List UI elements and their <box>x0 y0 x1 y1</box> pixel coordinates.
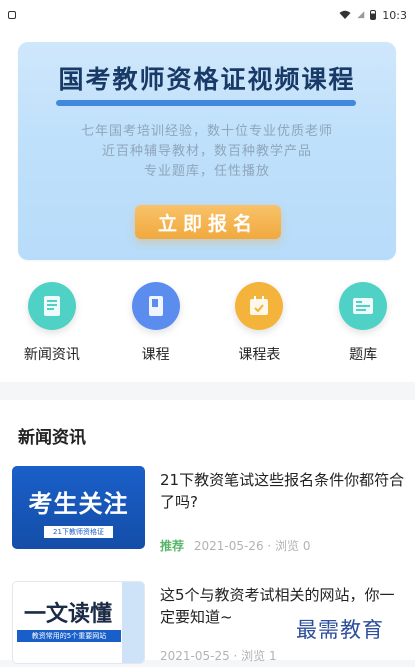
banner-description: 七年国考培训经验，数十位专业优质老师 近百种辅导教材，数百种教学产品 专业题库，… <box>18 122 396 182</box>
thumbnail-headline: 考生关注 <box>28 490 129 518</box>
banner-title-underline <box>56 100 356 106</box>
nav-item-question-bank[interactable]: 题库 <box>311 282 415 372</box>
news-thumbnail: 考生关注 21下教师资格证 <box>12 466 145 549</box>
status-left <box>8 11 16 19</box>
nav-label: 课程表 <box>238 347 281 363</box>
news-title: 21下教资笔试这些报名条件你都符合了吗? <box>160 471 405 511</box>
news-date-views: 2021-05-26 · 浏览 0 <box>193 539 311 553</box>
thumbnail-headline: 一文读懂 <box>23 602 112 627</box>
battery-icon <box>370 10 377 20</box>
nav-item-schedule[interactable]: 课程表 <box>208 282 312 372</box>
nav-label: 课程 <box>141 347 170 363</box>
news-date-views: 2021-05-25 · 浏览 1 <box>160 649 277 663</box>
status-bar: ◢ 10:3 <box>0 0 415 30</box>
recommend-tag: 推荐 <box>160 539 185 553</box>
news-thumbnail: 一文读懂 教资常用的5个重要网站 <box>12 581 145 664</box>
notification-icon <box>8 11 16 19</box>
news-meta: 推荐 2021-05-26 · 浏览 0 <box>160 537 310 554</box>
nav-label: 新闻资讯 <box>23 347 80 363</box>
question-bank-icon <box>339 282 388 330</box>
thumbnail-caption: 21下教师资格证 <box>44 526 113 538</box>
nav-label: 题库 <box>349 347 378 363</box>
course-icon <box>131 282 180 330</box>
thumbnail-decoration <box>122 582 144 663</box>
nav-item-course[interactable]: 课程 <box>104 282 208 372</box>
banner-desc-line: 专业题库，任性播放 <box>143 164 270 179</box>
watermark: 最需教育 <box>296 618 384 642</box>
banner-title: 国考教师资格证视频课程 <box>58 65 356 94</box>
status-right: ◢ 10:3 <box>339 9 407 22</box>
news-meta: 2021-05-25 · 浏览 1 <box>160 647 277 664</box>
news-item[interactable]: 考生关注 21下教师资格证 21下教资笔试这些报名条件你都符合了吗? 推荐 20… <box>12 466 410 554</box>
wifi-icon <box>339 10 351 19</box>
quick-nav: 新闻资讯 课程 课程表 题库 <box>0 282 415 372</box>
thumbnail-caption: 教资常用的5个重要网站 <box>17 630 121 642</box>
signal-icon: ◢ <box>357 10 365 20</box>
banner-desc-line: 七年国考培训经验，数十位专业优质老师 <box>80 124 333 139</box>
register-now-button[interactable]: 立即报名 <box>135 205 281 239</box>
news-icon <box>27 282 76 330</box>
section-title: 新闻资讯 <box>18 428 86 448</box>
banner-desc-line: 近百种辅导教材，数百种教学产品 <box>101 144 312 159</box>
status-time: 10:3 <box>382 8 407 22</box>
calendar-icon <box>235 282 284 330</box>
nav-item-news[interactable]: 新闻资讯 <box>0 282 104 372</box>
course-banner[interactable]: 国考教师资格证视频课程 七年国考培训经验，数十位专业优质老师 近百种辅导教材，数… <box>18 42 396 260</box>
